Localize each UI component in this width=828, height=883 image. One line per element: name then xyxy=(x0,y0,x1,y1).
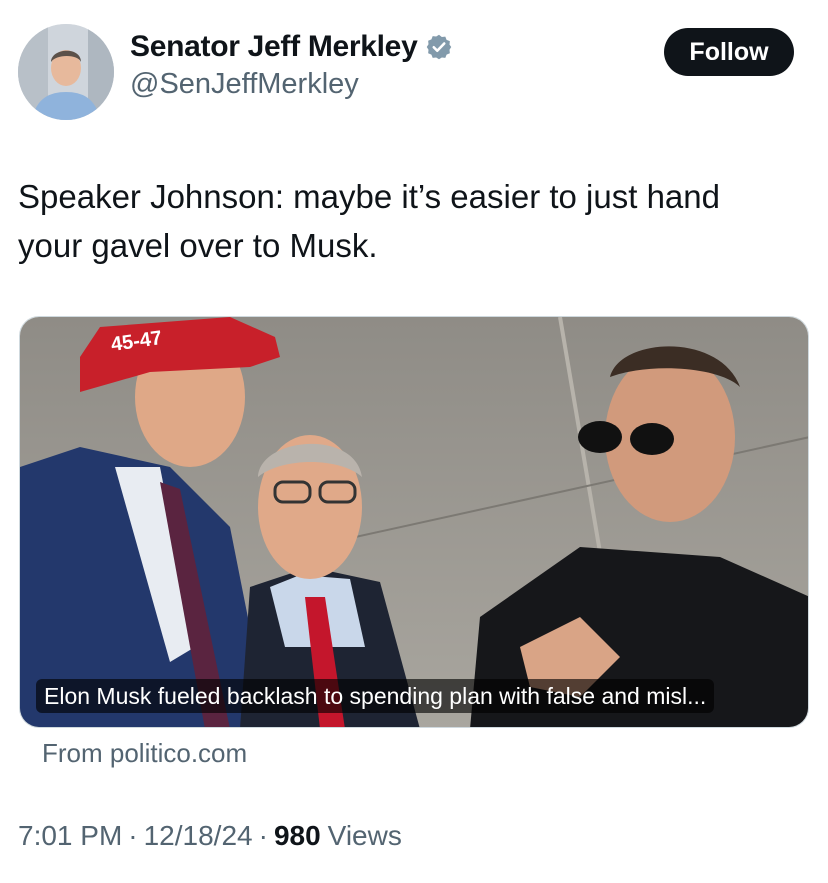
tweet-text-line: your gavel over to Musk. xyxy=(18,227,378,264)
tweet-text-line: Speaker Johnson: maybe it’s easier to ju… xyxy=(18,178,720,215)
name-row: Senator Jeff Merkley xyxy=(130,30,453,64)
author-block: Senator Jeff Merkley @SenJeffMerkley xyxy=(130,30,453,101)
tweet-meta: 7:01 PM · 12/18/24 · 980 Views xyxy=(18,820,402,852)
tweet-time[interactable]: 7:01 PM xyxy=(18,820,122,852)
card-caption[interactable]: Elon Musk fueled backlash to spending pl… xyxy=(36,679,715,713)
verified-badge-icon[interactable] xyxy=(425,33,453,61)
avatar[interactable] xyxy=(18,24,114,120)
meta-separator: · xyxy=(128,820,138,851)
tweet-container: Senator Jeff Merkley @SenJeffMerkley Fol… xyxy=(0,0,828,883)
views-count[interactable]: 980 xyxy=(274,820,321,852)
user-handle[interactable]: @SenJeffMerkley xyxy=(130,68,453,101)
views-label: Views xyxy=(327,820,402,851)
card-source[interactable]: From politico.com xyxy=(42,738,247,769)
avatar-image xyxy=(18,24,114,120)
meta-separator: · xyxy=(258,820,268,851)
follow-button[interactable]: Follow xyxy=(664,28,794,76)
tweet-text: Speaker Johnson: maybe it’s easier to ju… xyxy=(18,172,808,270)
tweet-date[interactable]: 12/18/24 xyxy=(144,820,253,852)
link-card[interactable]: 45-47 Elon Musk fueled backlash to spend… xyxy=(19,316,809,728)
display-name[interactable]: Senator Jeff Merkley xyxy=(130,30,418,64)
card-image: 45-47 xyxy=(20,317,808,727)
